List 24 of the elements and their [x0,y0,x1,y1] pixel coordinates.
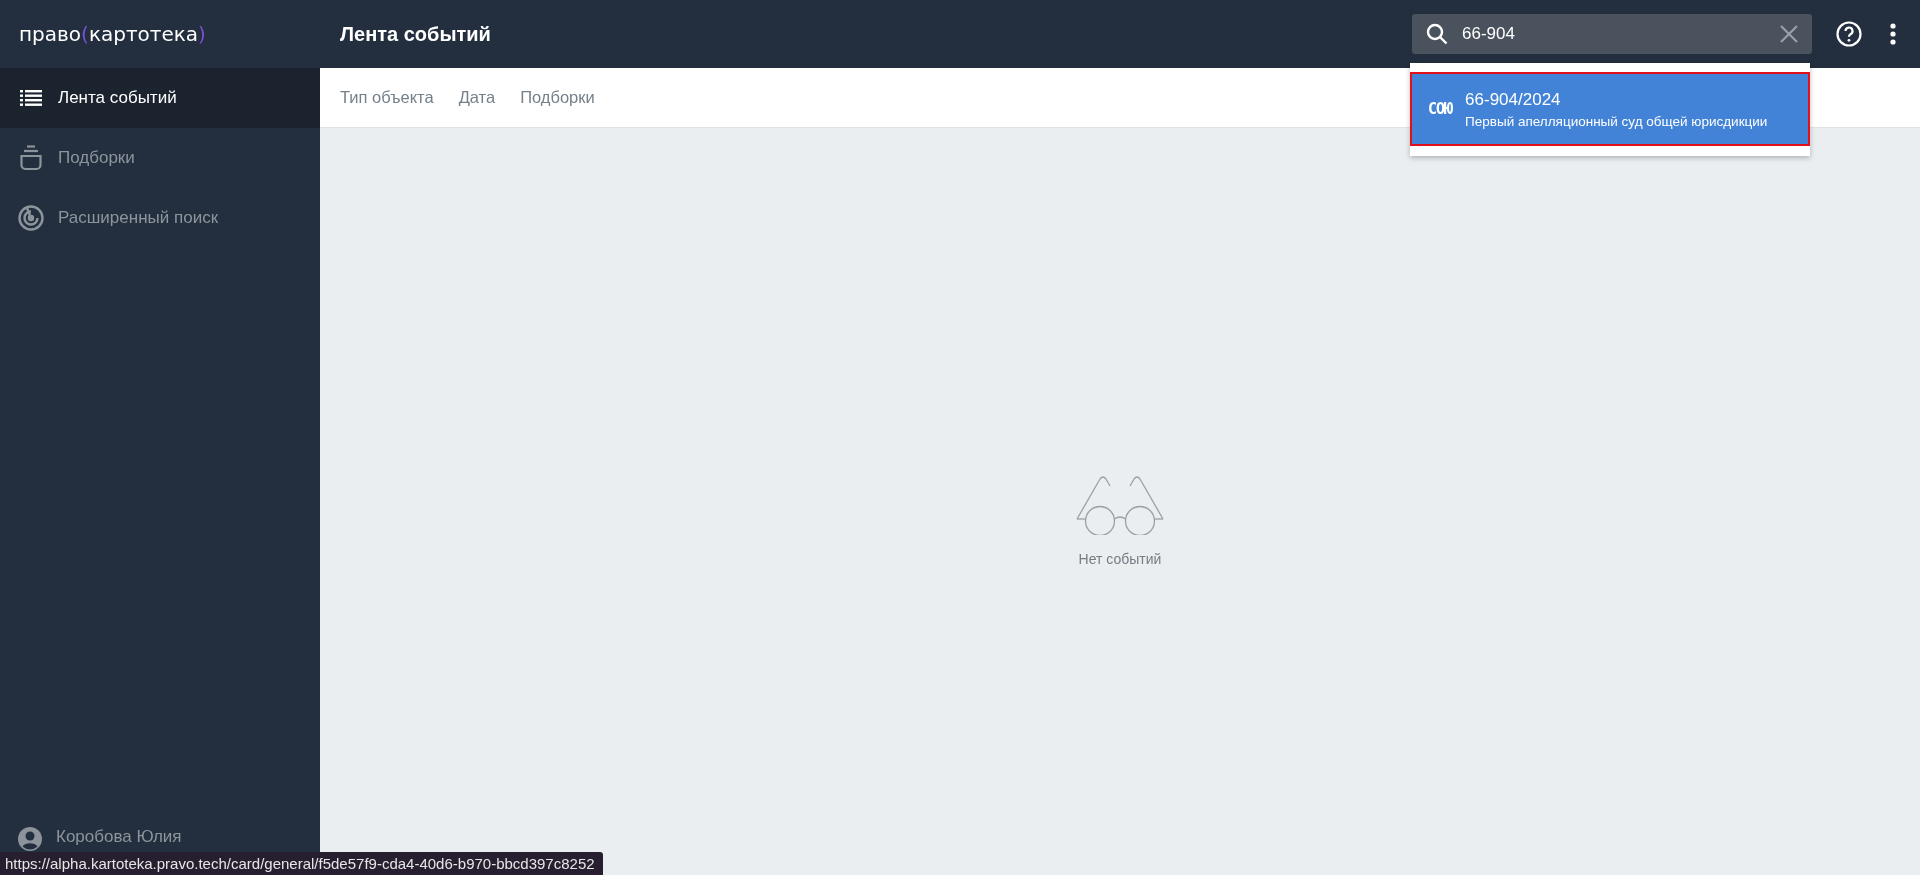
close-icon[interactable] [1780,25,1798,43]
logo: право(картотека) [18,21,206,48]
sidebar-item[interactable]: Подборки [0,128,320,188]
court-type-label: СОЮ [1428,100,1453,118]
help-icon[interactable] [1836,21,1862,47]
search-icon [1426,23,1448,45]
case-number: 66-904/2024 [1465,89,1562,110]
stack-icon [18,145,44,171]
list-icon [18,90,44,106]
empty-message: Нет событий [1078,551,1162,567]
filter-link[interactable]: Дата [458,88,496,107]
more-icon[interactable] [1890,23,1896,45]
filter-link[interactable]: Тип объекта [340,88,434,107]
filter-link[interactable]: Подборки [520,88,595,107]
suggestion-item[interactable]: СОЮ 66-904/2024 Первый апелляционный суд общей юрисдикции [1410,72,1810,146]
radar-icon [18,205,44,231]
court-name: Первый апелляционный суд общей юрисдикции [1465,113,1768,129]
sidebar-item[interactable]: Лента событий [0,68,320,128]
user-avatar-icon [18,827,42,851]
search-box[interactable]: 66-904 [1412,14,1812,54]
search-field[interactable]: 66-904 [1462,24,1766,44]
link-url-tooltip: https://alpha.kartoteka.pravo.tech/card/general/f5de57f9-cda4-40d6-b970-bbcd397c8252 [0,852,603,875]
sidebar-item[interactable]: Расширенный поиск [0,188,320,248]
page-title: Лента событий [339,22,492,46]
